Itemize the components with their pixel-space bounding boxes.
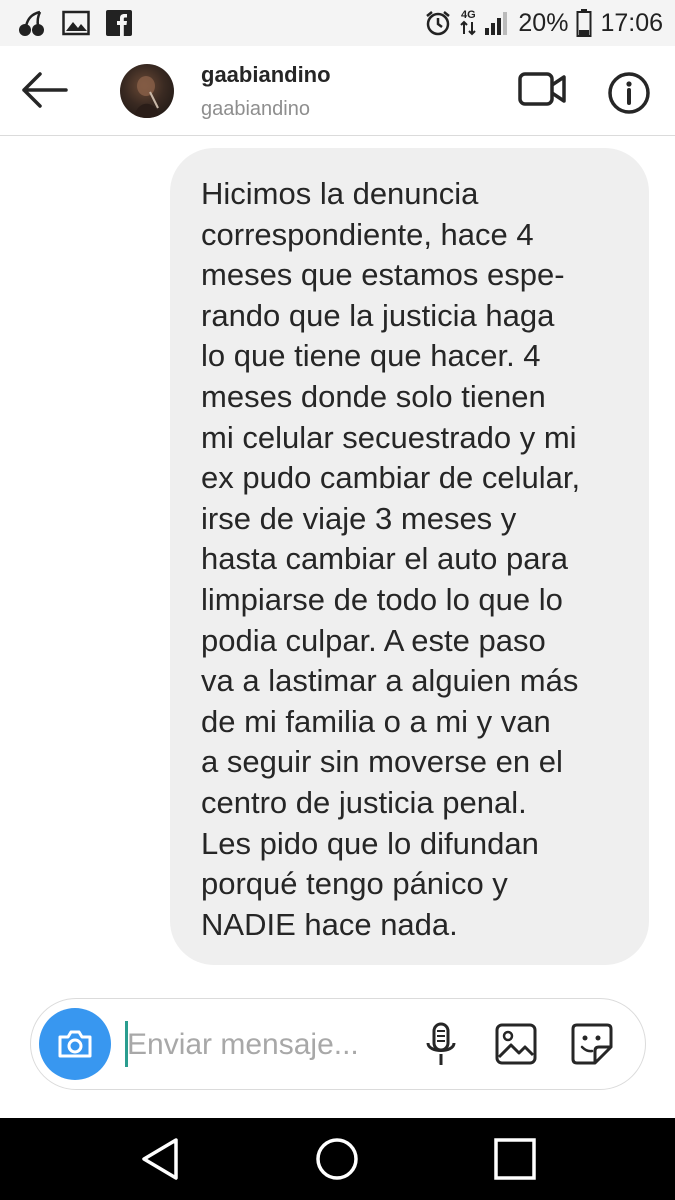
back-button[interactable]	[20, 68, 70, 112]
battery-icon	[576, 9, 592, 37]
arrow-left-icon	[22, 72, 68, 108]
message-composer	[30, 998, 646, 1090]
square-recents-icon	[494, 1138, 536, 1180]
data-arrows-icon	[460, 20, 477, 36]
chat-subtitle: gaabiandino	[201, 98, 310, 120]
gallery-button[interactable]	[495, 1023, 537, 1065]
cherries-icon	[19, 10, 44, 36]
notification-icons	[16, 8, 132, 38]
info-icon	[608, 72, 650, 114]
chat-title[interactable]: gaabiandino	[201, 62, 331, 88]
message-bubble[interactable]: Hicimos la denuncia correspondiente, hac…	[170, 148, 649, 965]
battery-percent: 20%	[518, 8, 569, 37]
avatar[interactable]	[120, 64, 174, 118]
circle-home-icon	[316, 1138, 358, 1180]
alarm-clock-icon	[426, 11, 451, 36]
sticker-icon	[571, 1023, 613, 1065]
video-camera-icon	[518, 72, 566, 106]
nav-back-button[interactable]	[138, 1136, 182, 1182]
video-call-button[interactable]	[518, 70, 568, 110]
system-indicators: 4G 20% 17:06	[424, 6, 663, 40]
voice-message-button[interactable]	[423, 1021, 459, 1069]
camera-button[interactable]	[39, 1008, 111, 1080]
nav-home-button[interactable]	[314, 1136, 360, 1182]
chat-header: gaabiandino gaabiandino	[0, 46, 675, 136]
navigation-bar	[0, 1118, 675, 1200]
triangle-back-icon	[142, 1138, 178, 1180]
message-text: Hicimos la denuncia correspondiente, hac…	[201, 176, 581, 942]
status-bar: 4G 20% 17:06	[0, 0, 675, 46]
clock: 17:06	[600, 8, 663, 37]
facebook-icon	[106, 10, 132, 36]
camera-icon	[58, 1030, 92, 1058]
microphone-icon	[426, 1022, 456, 1065]
network-type-badge: 4G	[460, 9, 477, 36]
gallery-icon	[495, 1023, 537, 1065]
sticker-button[interactable]	[569, 1021, 615, 1067]
profile-photo	[134, 76, 160, 118]
info-button[interactable]	[606, 70, 652, 116]
signal-icon	[485, 12, 508, 35]
image-icon	[62, 10, 90, 36]
network-label: 4G	[461, 9, 476, 21]
message-input[interactable]	[127, 1023, 417, 1067]
nav-recents-button[interactable]	[493, 1137, 537, 1181]
